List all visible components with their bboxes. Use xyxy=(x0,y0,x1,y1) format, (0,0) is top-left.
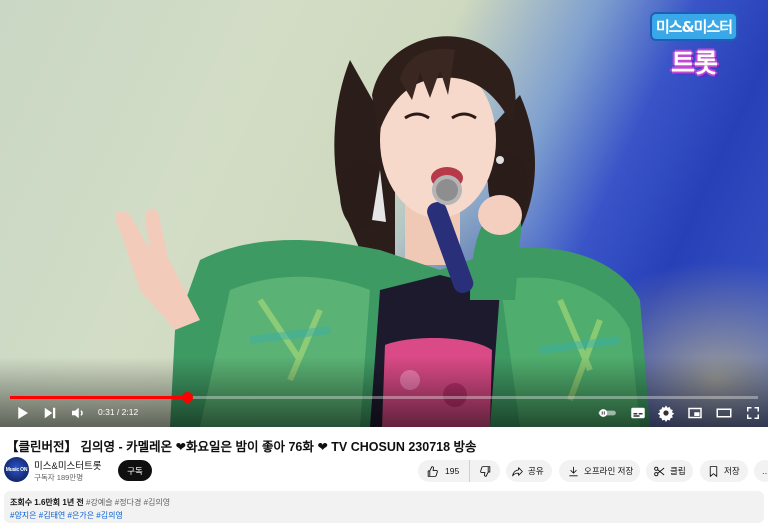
more-icon: … xyxy=(762,466,768,476)
view-count: 조회수 1.6만회 xyxy=(10,498,61,507)
like-dislike-group: 195 xyxy=(418,460,500,482)
next-icon xyxy=(44,407,56,419)
hashtag[interactable]: #은가은 xyxy=(68,511,95,520)
offline-save-button[interactable]: 오프라인 저장 xyxy=(559,460,640,482)
subscriber-count: 구독자 189만명 xyxy=(34,473,84,482)
description-hashtags: #양지은 #김태연 #은가은 #김의영 xyxy=(10,510,123,521)
description-meta: 조회수 1.6만회 1년 전 #강예슬 #정다경 #김의영 xyxy=(10,497,170,508)
share-button[interactable]: 공유 xyxy=(506,460,552,482)
miniplayer-button[interactable] xyxy=(685,403,705,423)
player-controls: 0:31 / 2:12 xyxy=(0,402,768,424)
theater-mode-icon xyxy=(716,408,732,418)
time-separator: / xyxy=(114,407,122,417)
hashtag[interactable]: #김의영 xyxy=(144,498,171,507)
hashtag[interactable]: #김의영 xyxy=(96,511,123,520)
fullscreen-button[interactable] xyxy=(743,403,763,423)
time-duration: 2:12 xyxy=(121,407,139,417)
save-label: 저장 xyxy=(724,466,740,476)
save-playlist-icon xyxy=(709,465,718,477)
volume-icon xyxy=(72,407,83,419)
description-box[interactable]: 조회수 1.6만회 1년 전 #강예슬 #정다경 #김의영 #양지은 #김태연 … xyxy=(4,491,764,523)
like-button[interactable]: 195 xyxy=(418,460,470,482)
save-button[interactable]: 저장 xyxy=(700,460,748,482)
settings-gear-icon xyxy=(657,405,675,422)
more-actions-button[interactable]: … xyxy=(754,460,768,482)
show-logo-top: 미스&미스터 xyxy=(651,14,737,39)
progress-bar[interactable] xyxy=(10,392,758,403)
autoplay-toggle-icon xyxy=(598,409,616,417)
time-display: 0:31 / 2:12 xyxy=(98,407,138,417)
hashtag[interactable]: #정다경 xyxy=(115,498,142,507)
fullscreen-icon xyxy=(747,407,759,419)
scissors-icon xyxy=(654,466,665,476)
autoplay-toggle[interactable] xyxy=(596,403,620,423)
share-icon xyxy=(512,466,523,476)
thumbs-down-icon xyxy=(479,465,490,477)
upload-age: 1년 전 xyxy=(62,498,84,507)
play-icon xyxy=(18,407,28,419)
channel-name[interactable]: 미스&미스터트롯 xyxy=(34,458,102,472)
video-player[interactable]: 미스&미스터 트롯 0:31 / 2:12 xyxy=(0,0,768,427)
subtitles-icon xyxy=(631,407,645,419)
like-count: 195 xyxy=(445,466,460,476)
video-title: 【클린버전】 김의영 - 카멜레온 ❤화요일은 밤이 좋아 76화 ❤ TV C… xyxy=(6,440,477,454)
miniplayer-icon xyxy=(688,407,702,419)
dislike-button[interactable] xyxy=(470,460,500,482)
clip-label: 클립 xyxy=(670,466,686,476)
offline-save-label: 오프라인 저장 xyxy=(584,466,634,476)
time-current: 0:31 xyxy=(98,407,115,417)
subscribe-button[interactable]: 구독 xyxy=(118,460,152,481)
show-logo: 미스&미스터 트롯 xyxy=(646,14,742,86)
subtitles-button[interactable] xyxy=(628,403,648,423)
hashtag[interactable]: #김태연 xyxy=(39,511,66,520)
settings-button[interactable] xyxy=(656,403,676,423)
mute-button[interactable] xyxy=(68,403,88,423)
share-label: 공유 xyxy=(528,466,544,476)
progress-played xyxy=(10,396,188,399)
clip-button[interactable]: 클립 xyxy=(646,460,693,482)
theater-mode-button[interactable] xyxy=(714,403,734,423)
channel-avatar-logo: Music ON xyxy=(5,466,28,473)
show-logo-bottom: 트롯 xyxy=(671,49,718,79)
next-button[interactable] xyxy=(40,403,60,423)
hashtag[interactable]: #양지은 xyxy=(10,511,37,520)
channel-avatar[interactable]: Music ON xyxy=(4,457,29,482)
hashtag[interactable]: #강예슬 xyxy=(86,498,113,507)
play-button[interactable] xyxy=(12,403,32,423)
download-icon xyxy=(569,466,578,476)
thumbs-up-icon xyxy=(427,465,438,477)
